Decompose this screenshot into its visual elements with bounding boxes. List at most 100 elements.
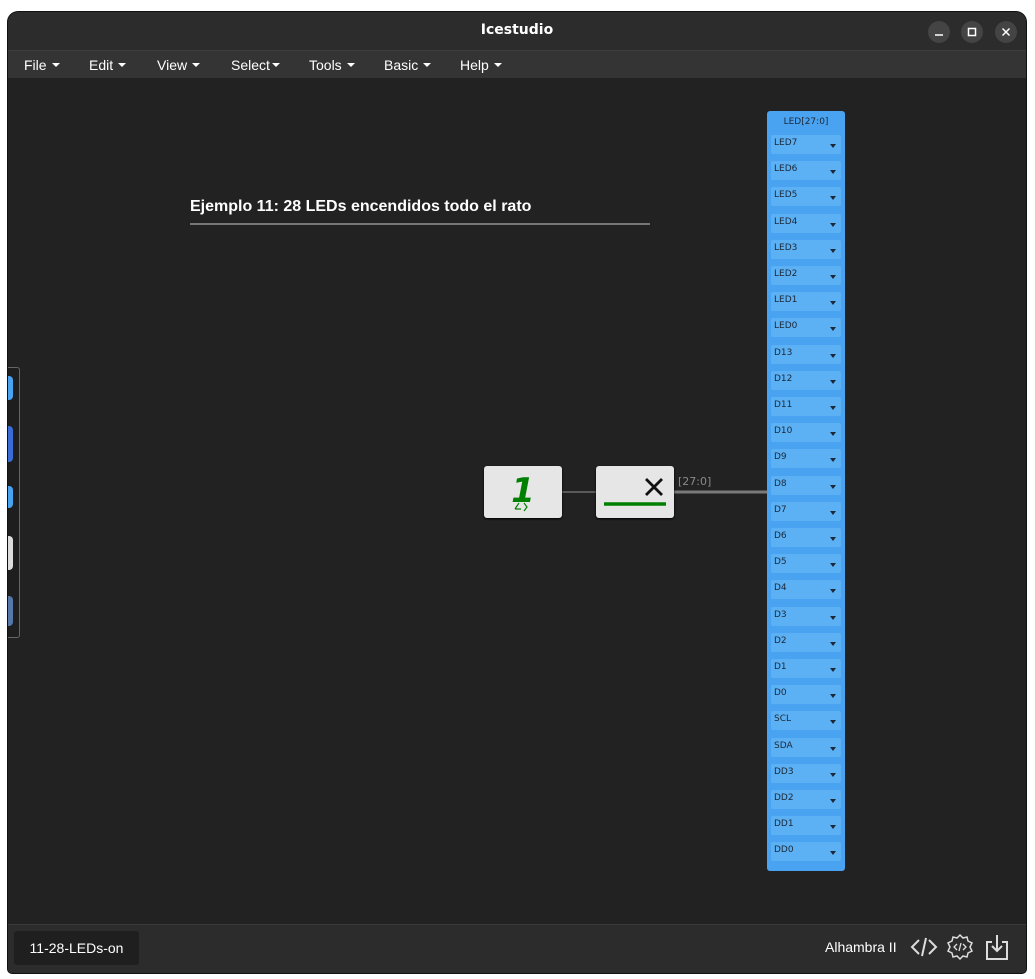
- menu-select[interactable]: Select: [231, 57, 280, 73]
- menu-basic[interactable]: Basic: [384, 57, 432, 73]
- chevron-down-icon: [830, 825, 836, 830]
- menu-view[interactable]: View: [157, 57, 201, 73]
- chevron-down-icon: [423, 63, 432, 68]
- output-pin-selector[interactable]: LED6: [771, 161, 841, 181]
- chevron-down-icon: [830, 170, 836, 175]
- output-pin-selector[interactable]: DD1: [771, 816, 841, 836]
- minimize-icon: [935, 34, 943, 36]
- output-pin-label: LED6: [774, 164, 798, 175]
- output-pin-selector[interactable]: D0: [771, 685, 841, 705]
- output-pin-label: D8: [774, 478, 787, 489]
- output-pin-selector[interactable]: D4: [771, 580, 841, 600]
- menu-help[interactable]: Help: [460, 57, 502, 73]
- menu-tools-label: Tools: [309, 57, 342, 73]
- close-icon: [1001, 27, 1011, 37]
- menu-edit[interactable]: Edit: [89, 57, 127, 73]
- chevron-down-icon: [830, 353, 836, 358]
- output-pin-selector[interactable]: D6: [771, 528, 841, 547]
- output-pin-selector[interactable]: SDA: [771, 737, 841, 757]
- chevron-down-icon: [830, 720, 836, 725]
- bus-expander-block[interactable]: [596, 466, 674, 518]
- output-pin-selector[interactable]: D9: [771, 449, 841, 469]
- output-pin-selector[interactable]: D10: [771, 423, 841, 443]
- output-pin-label: LED2: [774, 269, 798, 279]
- chevron-down-icon: [830, 589, 836, 594]
- output-pin-label: DD0: [774, 845, 794, 856]
- chevron-down-icon: [830, 694, 836, 699]
- chevron-down-icon: [830, 458, 836, 463]
- output-pin-selector[interactable]: DD0: [771, 842, 841, 862]
- output-pin-selector[interactable]: LED1: [771, 292, 841, 312]
- minimize-button[interactable]: [928, 21, 950, 43]
- design-canvas[interactable]: Ejemplo 11: 28 LEDs encendidos todo el r…: [8, 78, 1026, 924]
- menu-help-label: Help: [460, 57, 489, 73]
- chevron-down-icon: [830, 327, 836, 332]
- output-pin-label: LED3: [774, 242, 798, 253]
- bus-size-label: [27:0]: [678, 475, 712, 488]
- output-pin-label: D1: [774, 662, 787, 672]
- chevron-down-icon: [830, 484, 836, 489]
- menu-file[interactable]: File: [24, 57, 60, 73]
- output-pin-label: LED7: [774, 138, 798, 148]
- output-pin-label: LED5: [774, 190, 798, 201]
- output-pin-selector[interactable]: D12: [771, 370, 841, 390]
- chevron-down-icon: [830, 851, 836, 856]
- output-pin-label: SCL: [774, 714, 792, 725]
- chevron-down-icon: [271, 63, 280, 68]
- code-icon[interactable]: [910, 933, 938, 961]
- output-pin-selector[interactable]: D5: [771, 554, 841, 574]
- chevron-down-icon: [830, 510, 836, 515]
- menu-edit-label: Edit: [89, 57, 114, 73]
- constant-one-icon: 1: [511, 471, 535, 512]
- output-pin-selector[interactable]: LED7: [771, 135, 841, 154]
- bus-expander-icon: [604, 478, 666, 506]
- output-pin-selector[interactable]: DD2: [771, 790, 841, 809]
- chevron-down-icon: [830, 379, 836, 384]
- output-pin-label: LED0: [774, 321, 798, 332]
- chevron-down-icon: [830, 668, 836, 672]
- output-pin-label: D13: [774, 347, 793, 358]
- output-pin-selector[interactable]: D11: [771, 397, 841, 416]
- output-pin-selector[interactable]: LED4: [771, 213, 841, 233]
- upload-icon[interactable]: [983, 933, 1011, 961]
- output-pin-label: D10: [774, 426, 793, 437]
- output-pin-label: DD1: [774, 819, 794, 830]
- maximize-button[interactable]: [961, 21, 983, 43]
- output-pin-label: DD2: [774, 793, 794, 803]
- menu-view-label: View: [157, 57, 188, 73]
- chevron-down-icon: [118, 63, 127, 68]
- chevron-down-icon: [830, 772, 836, 777]
- output-port-name: LED[27:0]: [783, 117, 829, 127]
- output-pin-selector[interactable]: D3: [771, 606, 841, 626]
- output-pin-selector[interactable]: D8: [771, 475, 841, 495]
- output-pin-selector[interactable]: LED2: [771, 266, 841, 285]
- output-pin-label: D7: [774, 504, 787, 515]
- close-button[interactable]: [995, 21, 1017, 43]
- chevron-down-icon: [830, 301, 836, 306]
- output-pin-selector[interactable]: D13: [771, 344, 841, 364]
- output-pin-selector[interactable]: D2: [771, 632, 841, 652]
- output-port-block[interactable]: LED[27:0] LED7 LED6 LED5 LED4 LED3 LED2 LED1 LE…: [767, 111, 845, 871]
- output-pin-selector[interactable]: LED0: [771, 318, 841, 338]
- verify-icon[interactable]: [946, 933, 974, 961]
- output-pin-selector[interactable]: D1: [771, 659, 841, 678]
- constant-one-block[interactable]: 1: [484, 466, 562, 518]
- chevron-down-icon: [830, 275, 836, 279]
- chevron-down-icon: [830, 563, 836, 568]
- menu-tools[interactable]: Tools: [309, 57, 355, 73]
- output-pin-selector[interactable]: DD3: [771, 763, 841, 783]
- output-pin-selector[interactable]: SCL: [771, 711, 841, 731]
- output-pin-selector[interactable]: LED3: [771, 239, 841, 259]
- chevron-down-icon: [51, 63, 60, 68]
- chevron-down-icon: [830, 406, 836, 410]
- menu-bar: File Edit View Select Tools Basic Help: [8, 50, 1026, 80]
- chevron-down-icon: [192, 63, 201, 68]
- output-pin-selector[interactable]: D7: [771, 501, 841, 521]
- output-pin-label: D6: [774, 531, 787, 541]
- chevron-down-icon: [830, 799, 836, 803]
- output-pin-selector[interactable]: LED5: [771, 187, 841, 207]
- board-name[interactable]: Alhambra II: [825, 939, 897, 955]
- project-tab[interactable]: 11-28-LEDs-on: [14, 931, 139, 965]
- app-window: Icestudio File Edit View Select Tools Ba…: [8, 12, 1026, 973]
- output-pin-label: D5: [774, 557, 787, 568]
